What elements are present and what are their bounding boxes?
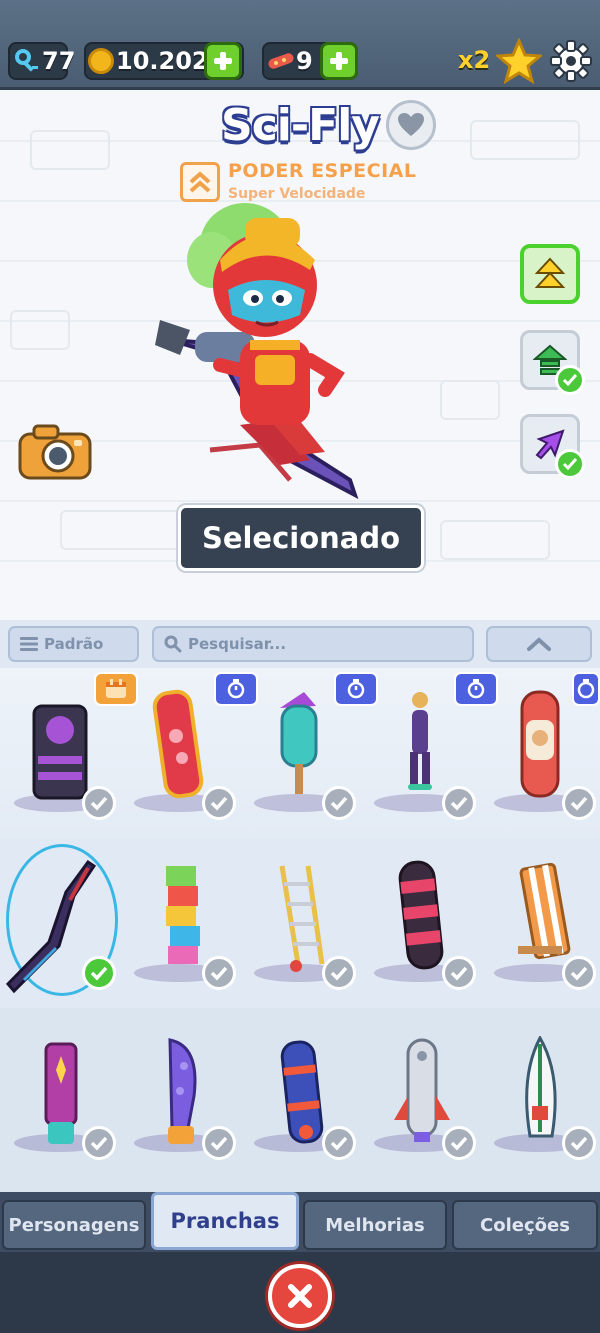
board-card-ladder[interactable] (240, 838, 360, 1008)
owned-check-icon (562, 956, 596, 990)
ladder-board-image (279, 865, 325, 972)
owned-check-icon (562, 1126, 596, 1160)
wall-brick (440, 520, 550, 560)
keys-counter: 77 (12, 44, 75, 78)
owned-check-icon (322, 956, 356, 990)
board-card-stripes[interactable] (360, 838, 480, 1008)
search-input[interactable]: Pesquisar... (152, 626, 474, 662)
beach-chair-board-image (518, 862, 571, 960)
coins-counter: 10.202 (88, 44, 209, 78)
selected-check-icon (82, 956, 116, 990)
board-card-popsicle[interactable] (240, 668, 378, 838)
double-arrow-up-icon (534, 257, 566, 288)
boards-row (0, 668, 600, 838)
close-button[interactable] (268, 1264, 332, 1328)
search-icon (164, 635, 182, 653)
owned-check-icon (555, 449, 585, 479)
owned-check-icon (442, 1126, 476, 1160)
owned-check-icon (202, 1126, 236, 1160)
upgrade-speed-button[interactable] (520, 244, 580, 304)
sort-dropdown[interactable]: Padrão (8, 626, 139, 662)
coins-value: 10.202 (116, 47, 209, 75)
buy-boards-button[interactable] (320, 42, 358, 80)
tab-upgrades[interactable]: Melhorias (303, 1200, 447, 1250)
owned-check-icon (322, 786, 356, 820)
board-card-star-purple[interactable] (0, 1008, 120, 1178)
character-on-hoverboard (155, 203, 359, 500)
owned-check-icon (82, 786, 116, 820)
boards-grid (0, 668, 600, 1192)
special-power-title: PODER ESPECIAL (228, 160, 417, 182)
chevron-up-icon (527, 637, 551, 651)
star-icon[interactable] (496, 38, 542, 84)
hoverboard-icon (268, 53, 294, 69)
favorite-button[interactable] (386, 100, 436, 150)
board-card-red-floral[interactable] (120, 668, 258, 838)
board-card-gift[interactable] (240, 1008, 360, 1178)
toy-blocks-board-image (166, 866, 200, 964)
selected-button[interactable]: Selecionado (178, 505, 424, 571)
boards-row (0, 1008, 600, 1192)
owned-check-icon (202, 786, 236, 820)
camera-icon[interactable] (16, 420, 94, 484)
top-status-bar: 77 10.202 9 x2 (0, 0, 600, 90)
wall-brick (10, 310, 70, 350)
board-card-cat[interactable] (480, 668, 600, 838)
buy-coins-button[interactable] (204, 42, 242, 80)
owned-check-icon (555, 365, 585, 395)
board-card-toy-blocks[interactable] (120, 838, 240, 1008)
owned-check-icon (202, 956, 236, 990)
settings-gear-icon[interactable] (548, 38, 594, 84)
key-icon (12, 46, 42, 76)
sort-label: Padrão (44, 635, 104, 653)
skull-board-image (32, 704, 88, 800)
tab-boards[interactable]: Pranchas (151, 1192, 299, 1250)
board-card-beach-chair[interactable] (480, 838, 600, 1008)
close-icon (288, 1284, 312, 1308)
board-card-figure[interactable] (360, 668, 498, 838)
upgrade-jump-button[interactable] (520, 330, 585, 395)
keys-value: 77 (42, 47, 76, 75)
board-card-surf[interactable] (480, 1008, 600, 1178)
score-multiplier: x2 (458, 46, 491, 74)
coin-icon (88, 48, 114, 74)
board-title: Sci-Fly (221, 100, 380, 151)
timer-badge (572, 672, 600, 706)
search-placeholder: Pesquisar... (188, 635, 287, 653)
owned-check-icon (82, 1126, 116, 1160)
tab-collections[interactable]: Coleções (452, 1200, 598, 1250)
owned-check-icon (322, 1126, 356, 1160)
cat-board-image (520, 690, 560, 798)
owned-check-icon (562, 786, 596, 820)
board-card-purple-wave[interactable] (120, 1008, 240, 1178)
owned-check-icon (442, 786, 476, 820)
board-card-rocket[interactable] (360, 1008, 480, 1178)
timer-icon (577, 679, 595, 699)
upgrade-smash-button[interactable] (520, 414, 585, 479)
figure-board-image (408, 692, 432, 790)
wall-brick (60, 510, 180, 550)
board-card-sci-fly[interactable] (0, 838, 120, 1008)
wall-brick (440, 380, 500, 420)
boards-value: 9 (296, 47, 313, 75)
tab-characters[interactable]: Personagens (2, 1200, 146, 1250)
plus-icon (330, 52, 348, 70)
heart-icon (398, 113, 424, 136)
striped-board-image (398, 860, 444, 970)
boards-row (0, 838, 600, 1008)
plus-icon (214, 52, 232, 70)
boards-counter: 9 (266, 44, 313, 78)
menu-lines-icon (20, 637, 38, 651)
owned-check-icon (442, 956, 476, 990)
collapse-list-button[interactable] (486, 626, 592, 662)
popsicle-board-image (280, 692, 318, 794)
board-card-skull[interactable] (0, 668, 138, 838)
red-floral-board-image (152, 689, 204, 799)
